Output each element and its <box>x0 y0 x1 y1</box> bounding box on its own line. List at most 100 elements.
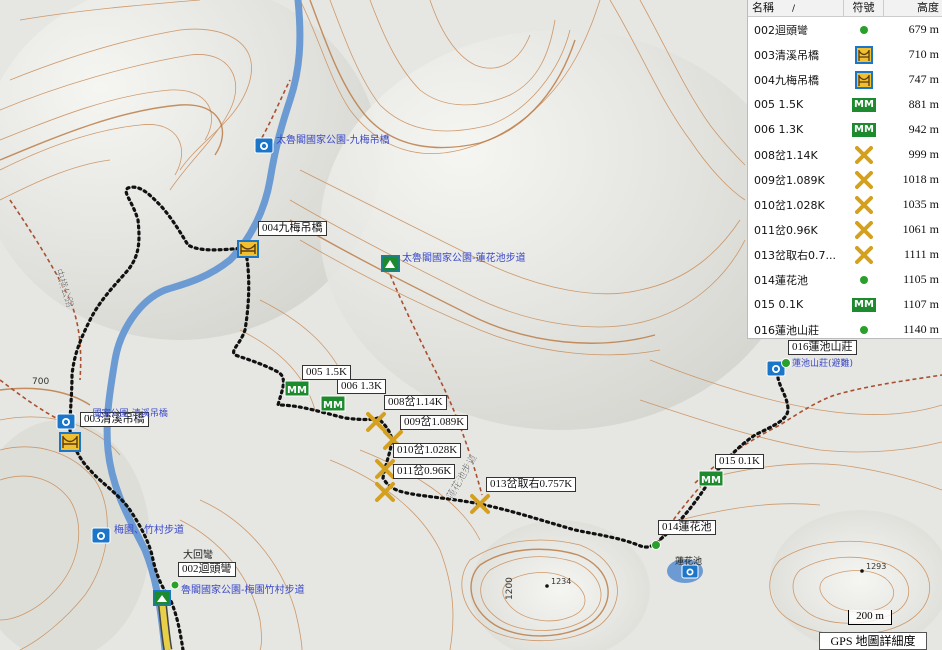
km-marker-icon: MM <box>852 122 876 137</box>
camera-icon[interactable] <box>56 413 76 430</box>
waypoint-list-row[interactable]: 015 0.1K MM 1107 m <box>748 292 942 317</box>
waypoint-altitude: 1035 m <box>902 197 939 211</box>
km-marker-icon: MM <box>852 97 876 112</box>
waypoint-name: 006 1.3K <box>754 123 804 136</box>
contour-label-700: 700 <box>32 377 49 387</box>
junction-cross-icon <box>855 170 873 189</box>
waypoint-dot-icon <box>860 25 868 34</box>
km-marker-icon[interactable]: MM <box>284 380 310 397</box>
waypoint-symbol <box>844 220 884 239</box>
waypoint-altitude: 747 m <box>908 72 939 86</box>
waypoint-altitude: 1018 m <box>902 172 939 186</box>
waypoint-list-rows: 002迴頭彎 679 m 003清溪吊橋 710 m 004九梅吊橋 747 m 005 1… <box>748 17 942 342</box>
svg-text:MM: MM <box>323 400 343 411</box>
waypoint-label-006[interactable]: 006 1.3K <box>337 379 386 394</box>
waypoint-symbol <box>844 145 884 164</box>
waypoint-label-008[interactable]: 008岔1.14K <box>384 395 447 410</box>
waypoint-list-row[interactable]: 011岔0.96K 1061 m <box>748 217 942 242</box>
waypoint-list-row[interactable]: 005 1.5K MM 881 m <box>748 92 942 117</box>
waypoint-altitude: 881 m <box>908 97 939 111</box>
waypoint-label-010[interactable]: 010岔1.028K <box>393 443 462 458</box>
waypoint-name: 009岔1.089K <box>754 173 825 187</box>
column-header-name[interactable]: 名稱 / <box>748 0 844 16</box>
waypoint-list-row[interactable]: 002迴頭彎 679 m <box>748 17 942 42</box>
junction-cross-icon <box>855 145 873 164</box>
poi-label-meiyuan[interactable]: 梅園、竹村步道 <box>114 521 184 536</box>
waypoint-altitude: 999 m <box>908 147 939 161</box>
waypoint-name: 014蓮花池 <box>754 273 808 287</box>
sort-arrow-icon: / <box>792 4 796 14</box>
trailhead-icon[interactable] <box>381 255 400 272</box>
waypoint-altitude: 1111 m <box>904 247 939 261</box>
waypoint-label-009[interactable]: 009岔1.089K <box>400 415 469 430</box>
waypoint-list-row[interactable]: 014蓮花池 1105 m <box>748 267 942 292</box>
waypoint-list-row[interactable]: 010岔1.028K 1035 m <box>748 192 942 217</box>
waypoint-altitude: 1061 m <box>902 222 939 236</box>
waypoint-symbol: MM <box>844 297 884 312</box>
waypoint-label-005[interactable]: 005 1.5K <box>302 365 351 380</box>
waypoint-symbol <box>844 275 884 284</box>
waypoint-altitude: 1105 m <box>903 272 939 286</box>
poi-label-meiyuan-trail[interactable]: 魯閣國家公園-梅園竹村步道 <box>181 581 305 596</box>
waypoint-list-row[interactable]: 016蓮池山莊 1140 m <box>748 317 942 342</box>
waypoint-dot-icon <box>860 325 868 334</box>
waypoint-label-016[interactable]: 016蓮池山莊 <box>788 340 857 355</box>
waypoint-symbol <box>844 45 884 64</box>
trailhead-icon[interactable] <box>153 590 171 606</box>
poi-label-lianhua-trail[interactable]: 太魯閣國家公園-蓮花池步道 <box>402 249 526 264</box>
poi-label-jiumei-bridge[interactable]: 太魯閣國家公園-九梅吊橋 <box>276 131 390 146</box>
bridge-icon <box>855 70 873 89</box>
camera-icon[interactable] <box>254 137 274 154</box>
waypoint-list-row[interactable]: 008岔1.14K 999 m <box>748 142 942 167</box>
waypoint-dot-icon <box>860 275 868 284</box>
km-marker-icon: MM <box>852 297 876 312</box>
km-marker-icon[interactable]: MM <box>698 470 724 487</box>
waypoint-list-row[interactable]: 009岔1.089K 1018 m <box>748 167 942 192</box>
svg-text:700: 700 <box>32 377 49 387</box>
waypoint-label-002[interactable]: 002迴頭彎 <box>178 562 236 577</box>
waypoint-altitude: 942 m <box>908 122 939 136</box>
poi-label-qingxi-bridge[interactable]: ...國家公園-清溪吊橋 <box>84 406 168 419</box>
column-header-symbol[interactable]: 符號 <box>844 0 884 16</box>
waypoint-symbol <box>844 195 884 214</box>
waypoint-symbol <box>844 245 884 264</box>
waypoint-name: 016蓮池山莊 <box>754 323 819 337</box>
camera-icon[interactable] <box>91 527 111 544</box>
waypoint-altitude: 1107 m <box>903 297 939 311</box>
bridge-icon[interactable] <box>59 432 81 452</box>
waypoint-label-015[interactable]: 015 0.1K <box>715 454 764 469</box>
map-detail-button[interactable]: GPS 地圖詳細度 <box>819 632 927 650</box>
scale-bar: 200 m <box>848 610 892 625</box>
waypoint-name: 013岔取右0.7... <box>754 248 836 262</box>
waypoint-symbol: MM <box>844 97 884 112</box>
waypoint-name: 004九梅吊橋 <box>754 73 819 87</box>
contour-label-1200: 1200 <box>505 577 515 600</box>
waypoint-symbol <box>844 325 884 334</box>
waypoint-name: 011岔0.96K <box>754 223 818 237</box>
km-marker-icon[interactable]: MM <box>320 395 346 412</box>
waypoint-label-004[interactable]: 004九梅吊橋 <box>258 221 327 236</box>
waypoint-list-row[interactable]: 006 1.3K MM 942 m <box>748 117 942 142</box>
junction-cross-icon <box>855 220 873 239</box>
waypoint-list-panel[interactable]: 名稱 / 符號 高度 002迴頭彎 679 m 003清溪吊橋 710 m 004九梅吊橋… <box>747 0 942 339</box>
waypoint-list-row[interactable]: 003清溪吊橋 710 m <box>748 42 942 67</box>
waypoint-list-row[interactable]: 013岔取右0.7... 1111 m <box>748 242 942 267</box>
poi-label-lotus-pond[interactable]: 蓮花池 <box>675 554 702 567</box>
waypoint-label-013[interactable]: 013岔取右0.757K <box>486 477 577 492</box>
waypoint-list-row[interactable]: 004九梅吊橋 747 m <box>748 67 942 92</box>
bridge-icon[interactable] <box>237 240 259 258</box>
column-header-altitude[interactable]: 高度 <box>884 0 942 16</box>
waypoint-name: 010岔1.028K <box>754 198 825 212</box>
poi-label-lianchi-hut[interactable]: 蓮池山莊(避難) <box>792 356 853 369</box>
junction-cross-icon <box>855 245 873 264</box>
svg-text:1234: 1234 <box>551 577 571 586</box>
waypoint-label-014[interactable]: 014蓮花池 <box>658 520 716 535</box>
waypoint-label-011[interactable]: 011岔0.96K <box>393 464 456 479</box>
waypoint-name: 005 1.5K <box>754 98 804 111</box>
place-label-dawan: 大回彎 <box>183 550 213 561</box>
waypoint-name: 008岔1.14K <box>754 148 818 162</box>
waypoint-altitude: 1140 m <box>903 322 939 336</box>
waypoint-name: 002迴頭彎 <box>754 23 808 37</box>
svg-text:1293: 1293 <box>866 562 886 571</box>
bridge-icon <box>855 45 873 64</box>
